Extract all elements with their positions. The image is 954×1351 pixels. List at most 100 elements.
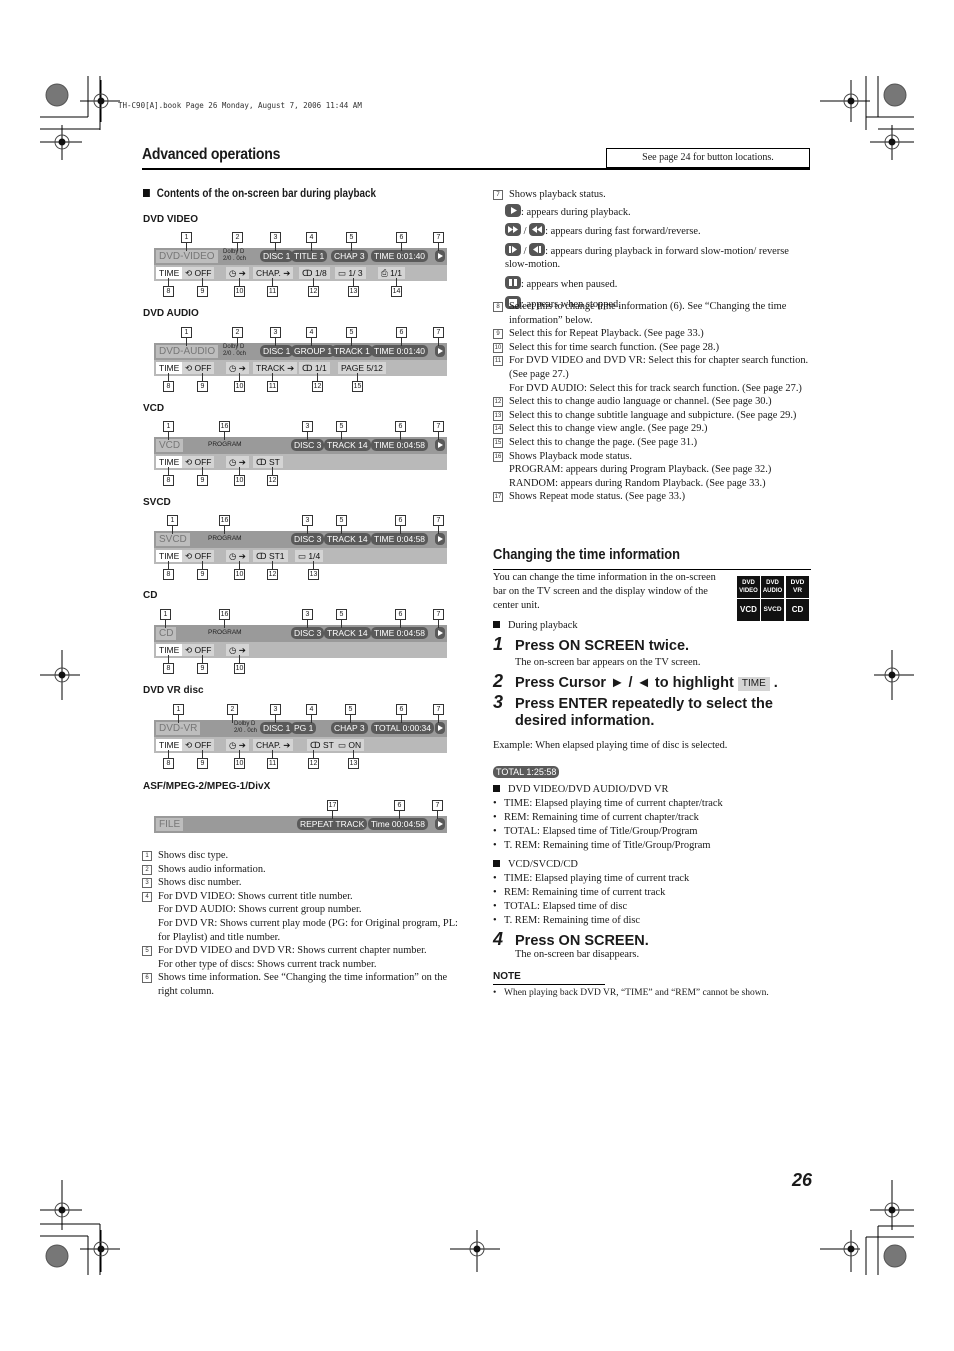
callout-number: 11 bbox=[493, 356, 503, 367]
disc-compat-badges: DVD VIDEO DVD AUDIO DVD VR VCD SVCD CD bbox=[737, 576, 809, 621]
chapter-search-button[interactable]: CHAP. ➔ bbox=[253, 739, 294, 751]
time-info: TOTAL 0:00:34 bbox=[371, 722, 435, 734]
legend-text: Shows time information. See “Changing th… bbox=[158, 972, 448, 997]
subtitle-button[interactable]: ▭ ON bbox=[335, 739, 365, 751]
callout-number: 12 bbox=[312, 381, 323, 392]
bar-label-file: ASF/MPEG-2/MPEG-1/DivX bbox=[143, 781, 271, 792]
subtitle-button[interactable]: ▭ 1/4 bbox=[295, 550, 324, 562]
callout-number: 11 bbox=[267, 381, 278, 392]
callout-line bbox=[272, 467, 273, 475]
callout-line bbox=[178, 715, 179, 723]
repeat-button[interactable]: ⟲ OFF bbox=[182, 644, 215, 656]
repeat-button[interactable]: ⟲ OFF bbox=[182, 550, 215, 562]
callout-line bbox=[237, 338, 238, 346]
legend-item: 5 For DVD VIDEO and DVD VR: Shows current… bbox=[142, 944, 467, 971]
square-bullet-icon bbox=[493, 785, 500, 792]
repeat-mode: REPEAT TRACK bbox=[297, 818, 368, 830]
callout-number: 17 bbox=[493, 492, 503, 503]
callout-line bbox=[168, 432, 169, 440]
audio-button[interactable]: ↀ ST bbox=[253, 456, 283, 468]
legend-item: 10 Select this for time search function. … bbox=[493, 341, 811, 355]
audio-button[interactable]: ↀ 1/1 bbox=[299, 362, 330, 374]
callout-number: 4 bbox=[306, 704, 317, 715]
legend-text: Select this for time search function. (S… bbox=[509, 341, 720, 353]
time-search-button[interactable]: ◷ ➔ bbox=[226, 550, 249, 562]
callout-line bbox=[401, 715, 402, 723]
step-3: 3 Press ENTER repeatedly to select the d… bbox=[493, 692, 773, 729]
callout-number: 10 bbox=[234, 758, 245, 769]
badge-dvd-audio: DVD AUDIO bbox=[761, 576, 784, 598]
page-number: 26 bbox=[792, 1170, 813, 1190]
time-button[interactable]: TIME bbox=[156, 267, 183, 279]
time-button[interactable]: TIME bbox=[156, 739, 183, 751]
callout-line bbox=[202, 561, 203, 569]
time-button[interactable]: TIME bbox=[156, 362, 183, 374]
play-mode: PG 1 bbox=[291, 722, 317, 734]
callout-number: 1 bbox=[163, 421, 174, 432]
callout-number: 5 bbox=[346, 232, 357, 243]
callout-number: 7 bbox=[433, 515, 444, 526]
step-1: 1 Press ON SCREEN twice. bbox=[493, 634, 690, 654]
audio-button[interactable]: ↀ ST bbox=[307, 739, 337, 751]
callout-number: 9 bbox=[197, 286, 208, 297]
repeat-button[interactable]: ⟲ OFF bbox=[182, 267, 215, 279]
callout-number: 9 bbox=[197, 381, 208, 392]
audio-button[interactable]: ↀ 1/8 bbox=[299, 267, 330, 279]
callout-number: 17 bbox=[327, 800, 338, 811]
audio-button[interactable]: ↀ ST1 bbox=[253, 550, 288, 562]
legend-text: PROGRAM: appears during Program Playback… bbox=[509, 464, 772, 476]
callout-line bbox=[239, 561, 240, 569]
callout-line bbox=[239, 750, 240, 758]
callout-line bbox=[172, 526, 173, 534]
disc-type: DVD-VR bbox=[156, 722, 201, 735]
callout-line bbox=[400, 620, 401, 628]
time-button[interactable]: TIME bbox=[156, 644, 183, 656]
repeat-button[interactable]: ⟲ OFF bbox=[182, 456, 215, 468]
time-info: TIME 0:04:58 bbox=[371, 627, 429, 639]
callout-number: 8 bbox=[163, 758, 174, 769]
title-rule bbox=[142, 168, 810, 170]
track-search-button[interactable]: TRACK ➔ bbox=[253, 362, 298, 374]
subtitle-button[interactable]: ▭ 1/ 3 bbox=[335, 267, 366, 279]
callout-line bbox=[396, 278, 397, 286]
callout-number: 6 bbox=[396, 232, 407, 243]
disc-type: CD bbox=[156, 627, 177, 640]
note-heading: NOTE bbox=[493, 971, 521, 982]
play-icon bbox=[435, 345, 445, 357]
callout-number: 10 bbox=[234, 381, 245, 392]
callout-number: 14 bbox=[493, 424, 503, 435]
repeat-button[interactable]: ⟲ OFF bbox=[182, 362, 215, 374]
callout-number: 4 bbox=[142, 891, 152, 902]
time-search-button[interactable]: ◷ ➔ bbox=[226, 362, 249, 374]
time-button[interactable]: TIME bbox=[156, 550, 183, 562]
callout-number: 9 bbox=[197, 663, 208, 674]
during-playback: During playback bbox=[493, 619, 578, 633]
time-button[interactable]: TIME bbox=[156, 456, 183, 468]
angle-button[interactable]: ⎙ 1/1 bbox=[378, 267, 405, 279]
callout-number: 1 bbox=[173, 704, 184, 715]
legend-text: Shows disc type. bbox=[158, 850, 229, 861]
changing-time-heading: Changing the time information bbox=[493, 546, 681, 563]
callout-line bbox=[202, 278, 203, 286]
legend-item: 14 Select this to change view angle. (See… bbox=[493, 422, 811, 436]
callout-number: 11 bbox=[267, 758, 278, 769]
time-search-button[interactable]: ◷ ➔ bbox=[226, 267, 249, 279]
callout-number: 10 bbox=[493, 342, 503, 353]
callout-line bbox=[307, 526, 308, 534]
square-bullet-icon bbox=[493, 860, 500, 867]
chapter-search-button[interactable]: CHAP. ➔ bbox=[253, 267, 294, 279]
bullet-item: TOTAL: Elapsed time of disc bbox=[493, 900, 811, 914]
page-button[interactable]: PAGE 5/12 bbox=[338, 362, 386, 374]
disc-type: FILE bbox=[156, 818, 184, 831]
disc-number: DISC 1 bbox=[260, 345, 294, 357]
callout-number: 5 bbox=[345, 704, 356, 715]
callout-number: 6 bbox=[394, 800, 405, 811]
callout-number: 5 bbox=[346, 327, 357, 338]
callout-line bbox=[313, 278, 314, 286]
repeat-button[interactable]: ⟲ OFF bbox=[182, 739, 215, 751]
time-search-button[interactable]: ◷ ➔ bbox=[226, 739, 249, 751]
time-search-button[interactable]: ◷ ➔ bbox=[226, 644, 249, 656]
time-search-button[interactable]: ◷ ➔ bbox=[226, 456, 249, 468]
heading-rule bbox=[493, 569, 811, 570]
callout-number: 6 bbox=[395, 515, 406, 526]
